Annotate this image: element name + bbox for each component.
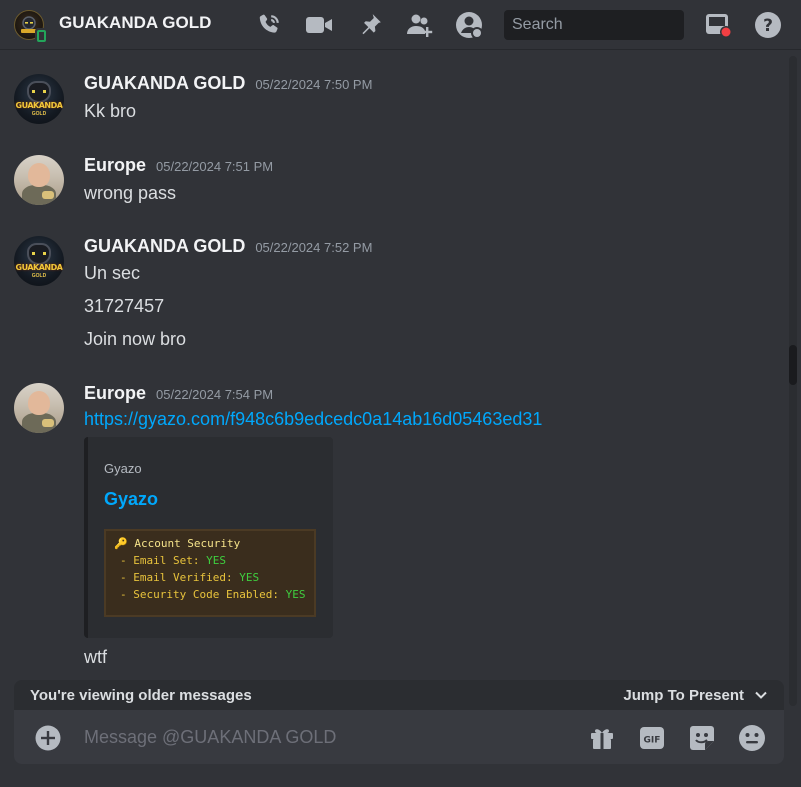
channel-header: GUAKANDA GOLD ?	[0, 0, 801, 50]
baby-photo-avatar[interactable]	[14, 155, 64, 205]
video-camera-icon[interactable]	[305, 11, 333, 39]
message-text: Un sec	[84, 263, 141, 283]
gif-icon[interactable]: GIF	[638, 724, 666, 752]
profile-icon[interactable]	[455, 11, 483, 39]
link-embed: Gyazo Gyazo 🔑 Account Security - Email S…	[84, 437, 333, 638]
gift-icon[interactable]	[588, 724, 616, 752]
plus-circle-icon	[35, 725, 61, 751]
timestamp: 05/22/2024 7:51 PM	[156, 159, 274, 174]
mobile-status-icon	[35, 28, 48, 44]
embed-image-heading: Account Security	[134, 537, 241, 550]
chevron-down-icon	[755, 691, 767, 699]
author-name[interactable]: Europe	[84, 155, 146, 176]
message-link[interactable]: https://gyazo.com/f948c6b9edcedc0a14ab16…	[84, 409, 542, 429]
page-title: GUAKANDA GOLD	[59, 13, 212, 32]
embed-image[interactable]: 🔑 Account Security - Email Set: YES - Em…	[104, 529, 316, 617]
baby-photo-avatar[interactable]	[14, 383, 64, 433]
jump-to-present-button[interactable]: Jump To Present	[623, 687, 768, 704]
author-name[interactable]: GUAKANDA GOLD	[84, 236, 245, 257]
add-friend-icon[interactable]	[406, 11, 434, 39]
search-box[interactable]	[504, 10, 719, 40]
emoji-icon[interactable]	[738, 724, 766, 752]
older-messages-bar: You're viewing older messages Jump To Pr…	[14, 680, 784, 710]
message-text: wtf	[84, 647, 108, 667]
author-name[interactable]: Europe	[84, 383, 146, 404]
message-input[interactable]	[84, 724, 564, 750]
search-input[interactable]	[512, 16, 719, 34]
embed-title[interactable]: Gyazo	[104, 489, 158, 510]
inbox-icon[interactable]	[704, 11, 732, 39]
svg-text:GIF: GIF	[644, 736, 661, 746]
timestamp: 05/22/2024 7:50 PM	[255, 77, 373, 92]
message-text: Kk bro	[84, 101, 137, 121]
message-list: GUAKANDA GOLD GUAKANDA GOLD 05/22/2024 7…	[0, 51, 788, 681]
guakanda-logo-avatar[interactable]: GUAKANDA GOLD	[14, 74, 64, 124]
scrollbar-thumb[interactable]	[789, 345, 797, 385]
author-name[interactable]: GUAKANDA GOLD	[84, 73, 245, 94]
embed-provider: Gyazo	[104, 461, 142, 476]
dm-avatar[interactable]	[14, 10, 48, 44]
message-text: 31727457	[84, 296, 165, 316]
message-text: wrong pass	[84, 183, 177, 203]
sticker-icon[interactable]	[688, 724, 716, 752]
add-attachment-button[interactable]	[35, 725, 61, 756]
timestamp: 05/22/2024 7:54 PM	[156, 387, 274, 402]
phone-call-icon[interactable]	[255, 11, 283, 39]
jump-to-present-label: Jump To Present	[623, 686, 744, 704]
svg-text:?: ?	[763, 16, 773, 36]
timestamp: 05/22/2024 7:52 PM	[255, 240, 373, 255]
help-icon[interactable]: ?	[754, 11, 782, 39]
message-text: Join now bro	[84, 329, 187, 349]
older-messages-text: You're viewing older messages	[30, 686, 252, 704]
message-composer: GIF	[14, 710, 784, 764]
guakanda-logo-avatar[interactable]: GUAKANDA GOLD	[14, 236, 64, 286]
pin-icon[interactable]	[356, 11, 384, 39]
